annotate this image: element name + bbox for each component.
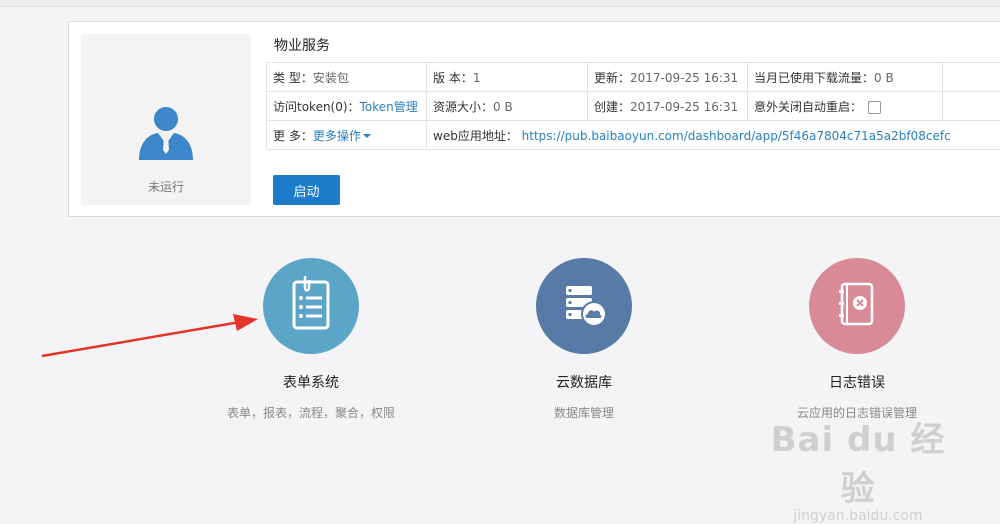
watermark-url: jingyan.baidu.com (768, 508, 948, 524)
baidu-watermark: Bai du 经验 jingyan.baidu.com (768, 412, 948, 524)
watermark-logo: Bai du 经验 (768, 412, 948, 510)
